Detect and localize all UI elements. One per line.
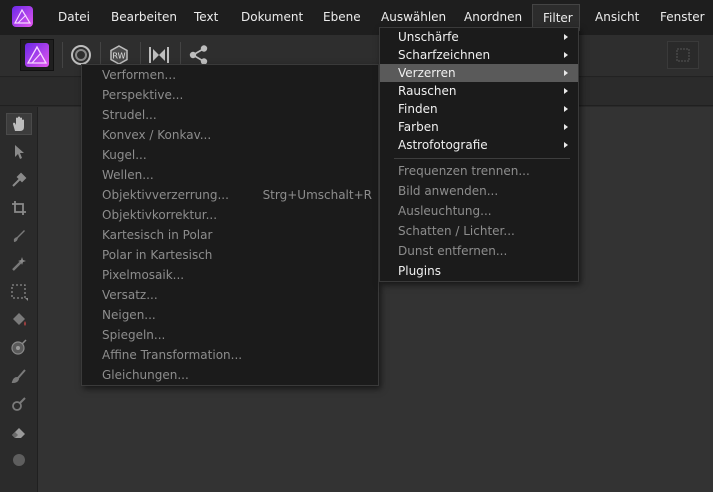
snapping-icon [676, 48, 690, 62]
paint-brush-tool[interactable] [6, 365, 32, 387]
menu-item-objektivkorrektur[interactable]: Objektivkorrektur... [102, 206, 217, 224]
liquify-persona-icon [71, 45, 91, 65]
crop-tool-icon [12, 201, 26, 215]
menu-item-label: Verzerren [398, 66, 456, 80]
photo-persona-button[interactable] [20, 39, 54, 71]
flood-fill-icon [13, 313, 26, 326]
menu-item-rauschen[interactable]: Rauschen [380, 82, 578, 100]
erase-brush-tool[interactable] [6, 421, 32, 443]
menu-fenster[interactable]: Fenster [660, 4, 705, 31]
menu-item-scharfzeichnen[interactable]: Scharfzeichnen [380, 46, 578, 64]
flood-select-icon [12, 257, 26, 271]
menu-item-label: Scharfzeichnen [398, 48, 491, 62]
menu-item-astrofotografie[interactable]: Astrofotografie [380, 136, 578, 154]
crop-tool[interactable] [6, 197, 32, 219]
flood-select-tool[interactable] [6, 253, 32, 275]
dodge-brush-icon [12, 397, 26, 411]
menu-dokument[interactable]: Dokument [241, 4, 303, 31]
menu-item-finden[interactable]: Finden [380, 100, 578, 118]
view-tool-icon [13, 116, 24, 131]
menu-item-pixelmosaik[interactable]: Pixelmosaik... [102, 266, 184, 284]
gradient-tool-icon [11, 339, 27, 355]
menu-item-affine-transformation[interactable]: Affine Transformation... [102, 346, 242, 364]
menu-item-farben[interactable]: Farben [380, 118, 578, 136]
menu-item-gleichungen[interactable]: Gleichungen... [102, 366, 189, 384]
filter-menu: Unschärfe Scharfzeichnen Verzerren Rausc… [379, 27, 579, 282]
menu-item-strudel[interactable]: Strudel... [102, 106, 157, 124]
menu-divider [394, 158, 570, 159]
flood-fill-tool[interactable] [6, 309, 32, 331]
menu-item-unschaerfe[interactable]: Unschärfe [380, 28, 578, 46]
marquee-tool-icon [11, 284, 28, 301]
submenu-arrow-icon [564, 88, 568, 94]
menu-item-bild-anwenden[interactable]: Bild anwenden... [398, 182, 498, 200]
menu-item-verzerren[interactable]: Verzerren [380, 64, 578, 82]
submenu-arrow-icon [564, 106, 568, 112]
menu-item-kugel[interactable]: Kugel... [102, 146, 147, 164]
menu-item-label: Rauschen [398, 84, 457, 98]
menu-ebene[interactable]: Ebene [323, 4, 361, 31]
tone-mapping-persona-icon [149, 47, 169, 63]
menu-ansicht[interactable]: Ansicht [595, 4, 639, 31]
menu-datei[interactable]: Datei [58, 4, 90, 31]
export-persona-icon [189, 45, 208, 65]
menu-item-objektivverzerrung[interactable]: Objektivverzerrung... Strg+Umschalt+R [102, 186, 372, 204]
move-tool[interactable] [6, 141, 32, 163]
menu-item-dunst-entfernen[interactable]: Dunst entfernen... [398, 242, 507, 260]
menu-item-label: Objektivverzerrung... [102, 188, 229, 202]
move-tool-icon [15, 145, 24, 159]
paint-brush-icon [11, 369, 26, 384]
menu-item-kartesisch-in-polar[interactable]: Kartesisch in Polar [102, 226, 212, 244]
menu-item-schatten-lichter[interactable]: Schatten / Lichter... [398, 222, 515, 240]
menu-item-perspektive[interactable]: Perspektive... [102, 86, 183, 104]
menu-text[interactable]: Text [194, 4, 218, 31]
submenu-arrow-icon [564, 34, 568, 40]
menu-item-label: Finden [398, 102, 438, 116]
affinity-photo-logo-icon[interactable] [12, 6, 33, 27]
menu-item-plugins[interactable]: Plugins [398, 262, 441, 280]
selection-brush-tool[interactable] [6, 225, 32, 247]
toolbar-separator [62, 42, 63, 68]
blur-brush-tool[interactable] [6, 449, 32, 471]
selection-brush-icon [13, 230, 25, 242]
menu-bar: Datei Bearbeiten Text Dokument Ebene Aus… [0, 0, 713, 35]
photo-persona-icon [25, 43, 49, 67]
menu-item-label: Unschärfe [398, 30, 459, 44]
menu-item-wellen[interactable]: Wellen... [102, 166, 154, 184]
menu-item-neigen[interactable]: Neigen... [102, 306, 156, 324]
keyboard-shortcut: Strg+Umschalt+R [262, 188, 372, 202]
menu-item-frequenzen-trennen[interactable]: Frequenzen trennen... [398, 162, 530, 180]
dodge-brush-tool[interactable] [6, 393, 32, 415]
develop-persona-icon: RW [110, 45, 128, 65]
svg-text:RW: RW [112, 52, 125, 61]
color-picker-tool[interactable] [6, 169, 32, 191]
menu-item-label: Astrofotografie [398, 138, 488, 152]
marquee-tool[interactable] [6, 281, 32, 303]
menu-item-ausleuchtung[interactable]: Ausleuchtung... [398, 202, 492, 220]
blur-brush-icon [13, 454, 25, 466]
erase-brush-icon [12, 428, 25, 438]
submenu-arrow-icon [564, 124, 568, 130]
menu-item-polar-in-kartesisch[interactable]: Polar in Kartesisch [102, 246, 212, 264]
menu-item-verformen[interactable]: Verformen... [102, 66, 176, 84]
submenu-arrow-icon [564, 142, 568, 148]
menu-item-spiegeln[interactable]: Spiegeln... [102, 326, 165, 344]
menu-bearbeiten[interactable]: Bearbeiten [111, 4, 177, 31]
color-picker-icon [12, 172, 27, 187]
submenu-arrow-icon [564, 70, 568, 76]
menu-item-versatz[interactable]: Versatz... [102, 286, 158, 304]
menu-item-konvex-konkav[interactable]: Konvex / Konkav... [102, 126, 211, 144]
menu-item-label: Farben [398, 120, 439, 134]
view-tool[interactable] [6, 113, 32, 135]
snapping-button[interactable] [667, 41, 699, 69]
submenu-arrow-icon [564, 52, 568, 58]
verzerren-submenu: Verformen... Perspektive... Strudel... K… [81, 64, 379, 386]
gradient-tool[interactable] [6, 337, 32, 359]
tools-panel [0, 107, 38, 492]
